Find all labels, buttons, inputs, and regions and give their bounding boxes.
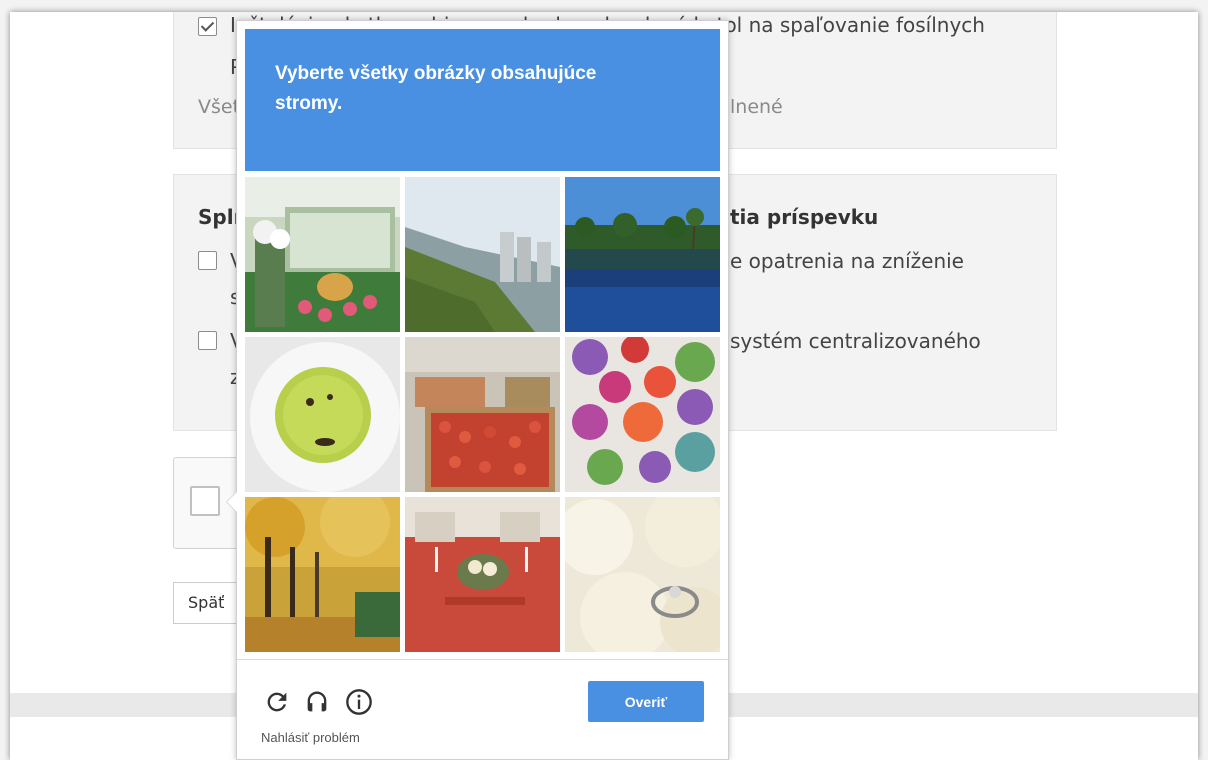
captcha-tile-5[interactable]	[405, 337, 560, 492]
status-text-right: lnené	[730, 96, 783, 118]
condition-checkbox-1[interactable]	[198, 251, 217, 270]
recaptcha-checkbox[interactable]	[190, 486, 220, 516]
captcha-tile-2[interactable]	[405, 177, 560, 332]
captcha-instruction-suffix: .	[336, 93, 343, 114]
captcha-instruction-keyword-line: stromy.	[275, 89, 690, 119]
tile-7-image	[245, 497, 400, 652]
captcha-tile-9[interactable]	[565, 497, 720, 652]
tile-9-image	[565, 497, 720, 652]
info-icon[interactable]	[345, 688, 373, 716]
popup-pointer	[226, 491, 237, 513]
captcha-instruction-text: Vyberte všetky obrázky obsahujúce	[275, 63, 597, 84]
captcha-challenge-popup: Vyberte všetky obrázky obsahujúce stromy…	[226, 20, 729, 760]
tile-1-image	[245, 177, 400, 332]
captcha-keyword: stromy	[275, 93, 337, 114]
status-text-left: Všet	[198, 96, 241, 118]
tile-6-image	[565, 337, 720, 492]
tile-4-image	[245, 337, 400, 492]
section-title-right: tia príspevku	[730, 205, 879, 229]
report-problem-link[interactable]: Nahlásiť problém	[261, 730, 360, 745]
condition-checkbox-2[interactable]	[198, 331, 217, 350]
captcha-tile-1[interactable]	[245, 177, 400, 332]
captcha-tile-6[interactable]	[565, 337, 720, 492]
tile-3-image	[565, 177, 720, 332]
back-button[interactable]: Späť	[173, 582, 245, 624]
reload-icon[interactable]	[263, 688, 291, 716]
captcha-footer: Nahlásiť problém Overiť	[237, 660, 728, 760]
captcha-image-grid	[245, 177, 720, 653]
captcha-tile-8[interactable]	[405, 497, 560, 652]
tile-2-image	[405, 177, 560, 332]
condition-2-label-right: systém centralizovaného	[730, 329, 981, 353]
tile-5-image	[405, 337, 560, 492]
fossil-boiler-checkbox[interactable]	[198, 17, 217, 36]
captcha-tile-4[interactable]	[245, 337, 400, 492]
verify-button[interactable]: Overiť	[588, 681, 704, 722]
captcha-instruction-header: Vyberte všetky obrázky obsahujúce stromy…	[245, 29, 720, 171]
condition-1-label-right: e opatrenia na zníženie	[730, 249, 964, 273]
captcha-tile-3[interactable]	[565, 177, 720, 332]
tile-8-image	[405, 497, 560, 652]
captcha-tile-7[interactable]	[245, 497, 400, 652]
headphones-icon[interactable]	[303, 688, 331, 716]
